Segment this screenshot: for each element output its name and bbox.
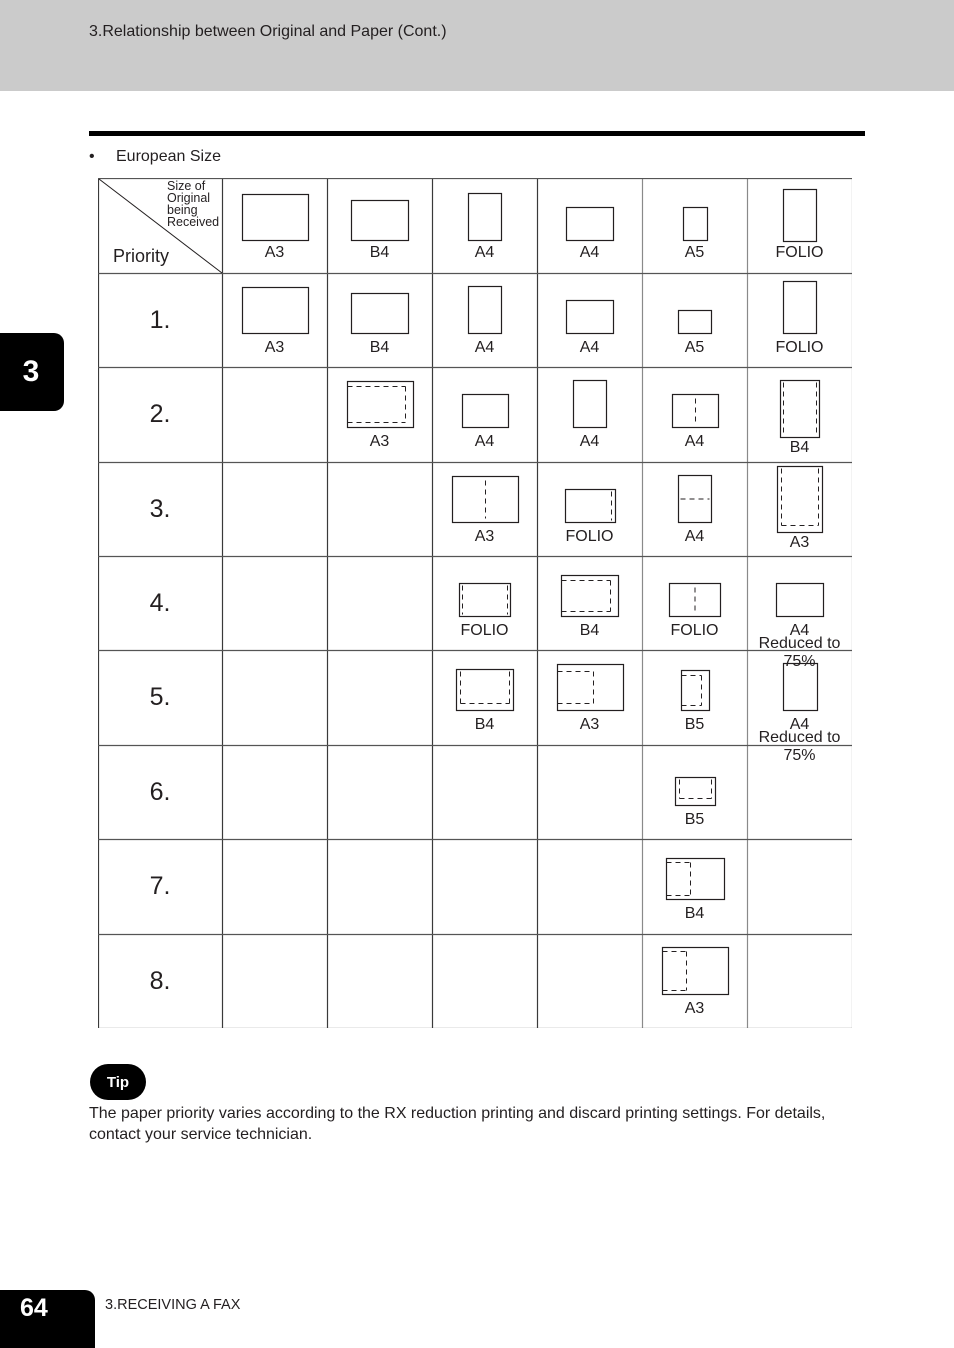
priority-number: 2.: [149, 400, 171, 428]
paper-size-label: A4: [579, 339, 600, 356]
paper-size-label: B4: [369, 339, 390, 356]
paper-outline: [467, 285, 503, 335]
paper-outline: [458, 582, 512, 618]
paper-outline: [350, 292, 410, 335]
paper-outline: [346, 380, 415, 429]
paper-size-label: A3: [789, 534, 810, 551]
paper-outline: [565, 206, 615, 242]
column-header-size-label: A4: [474, 244, 495, 261]
paper-size-label: A5: [684, 339, 705, 356]
corner-header-priority: Priority: [113, 246, 170, 266]
column-header-size-label: B4: [369, 244, 390, 261]
paper-outline: [241, 286, 310, 335]
paper-outline: [677, 309, 713, 335]
section-rule: [89, 131, 865, 136]
paper-outline: [564, 488, 617, 524]
priority-number: 3.: [149, 495, 171, 523]
paper-outline: [565, 299, 615, 335]
paper-size-label: B5: [684, 716, 705, 733]
paper-size-label: A4: [474, 339, 495, 356]
paper-outline: [680, 669, 711, 712]
paper-size-label: A3: [684, 1000, 705, 1017]
priority-number: 5.: [149, 683, 171, 711]
paper-size-label: B4: [684, 905, 705, 922]
bullet: •: [89, 148, 95, 165]
paper-outline: [779, 379, 821, 439]
paper-size-label: FOLIO: [775, 339, 824, 356]
paper-size-label: FOLIO: [460, 622, 509, 639]
paper-outline: [572, 379, 608, 429]
priority-number: 7.: [149, 872, 171, 900]
paper-size-label: B4: [474, 716, 495, 733]
paper-size-label: A4: [474, 433, 495, 450]
footer-chapter: 3.RECEIVING A FAX: [105, 1297, 241, 1313]
column-header-size-label: A5: [684, 244, 705, 261]
section-label: • European Size: [89, 148, 221, 166]
paper-size-label: A4: [684, 433, 705, 450]
header-band: 3.Relationship between Original and Pape…: [0, 0, 954, 91]
tip-badge: Tip: [90, 1064, 146, 1100]
paper-size-label: A4: [579, 433, 600, 450]
paper-outline: [467, 192, 503, 242]
paper-size-label: A3: [474, 528, 495, 545]
paper-size-label: FOLIO: [670, 622, 719, 639]
paper-size-label: B5: [684, 811, 705, 828]
paper-outline: [775, 582, 825, 618]
paper-outline: [776, 465, 824, 534]
chapter-tab[interactable]: 3: [0, 333, 64, 411]
paper-priority-table: Size of Original being Received Priority A3…: [98, 178, 852, 1028]
paper-outline: [782, 188, 818, 243]
paper-size-label: A3: [369, 433, 390, 450]
page-number: 64: [20, 1294, 48, 1322]
paper-size-label: A3: [579, 716, 600, 733]
column-header-size-label: A4: [579, 244, 600, 261]
paper-outline: [661, 946, 730, 996]
paper-outline: [455, 668, 515, 712]
paper-outline: [461, 393, 510, 429]
paper-outline: [665, 857, 726, 901]
header-title: 3.Relationship between Original and Pape…: [89, 23, 447, 40]
paper-outline: [782, 280, 818, 335]
reduction-note: Reduced to 75%: [758, 729, 841, 764]
paper-outline: [350, 199, 410, 242]
paper-size-label: FOLIO: [565, 528, 614, 545]
paper-size-label: A3: [264, 339, 285, 356]
paper-size-label: B4: [789, 439, 810, 456]
paper-outline: [682, 206, 709, 242]
priority-number: 4.: [149, 589, 171, 617]
section-title: European Size: [116, 148, 221, 165]
paper-size-label: A4: [684, 528, 705, 545]
corner-header-line: Received: [167, 215, 220, 229]
paper-size-label: B4: [579, 622, 600, 639]
corner-header-original-size: Size of Original being Received: [167, 180, 220, 229]
column-header-size-label: A3: [264, 244, 285, 261]
paper-outline: [674, 776, 717, 807]
priority-number: 6.: [149, 778, 171, 806]
column-header-size-label: FOLIO: [775, 244, 824, 261]
paper-outline: [560, 574, 620, 618]
tip-text: The paper priority varies according to t…: [89, 1105, 826, 1143]
priority-number: 1.: [149, 306, 171, 334]
reduction-note: Reduced to 75%: [758, 635, 841, 670]
paper-outline: [241, 193, 310, 242]
priority-number: 8.: [149, 967, 171, 995]
